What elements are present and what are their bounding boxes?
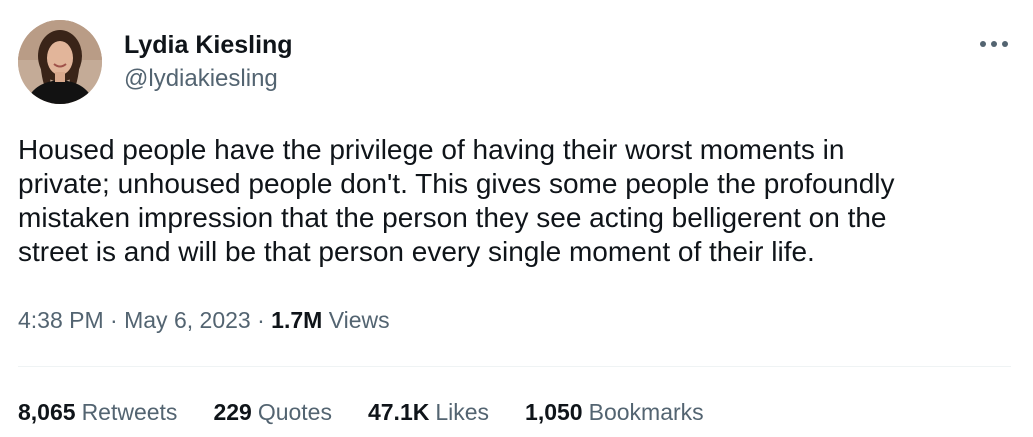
meta-separator: · — [250, 307, 272, 333]
meta-separator: · — [103, 307, 125, 333]
likes-label: Likes — [435, 399, 490, 425]
profile-photo-icon — [18, 20, 102, 104]
quotes-label: Quotes — [257, 399, 332, 425]
more-dots-icon — [980, 41, 1008, 47]
likes-stat[interactable]: 47.1K Likes — [368, 397, 489, 427]
avatar[interactable] — [18, 20, 102, 104]
likes-count: 47.1K — [367, 399, 430, 425]
more-options-button[interactable] — [974, 32, 1014, 56]
retweets-stat[interactable]: 8,065 Retweets — [18, 397, 177, 427]
bookmarks-label: Bookmarks — [588, 399, 704, 425]
retweets-label: Retweets — [81, 399, 178, 425]
tweet-date[interactable]: May 6, 2023 — [124, 307, 251, 333]
tweet-card: Lydia Kiesling @lydiakiesling Housed peo… — [0, 0, 1033, 437]
divider — [18, 366, 1011, 367]
bookmarks-count: 1,050 — [525, 399, 583, 425]
views-count: 1.7M — [271, 307, 323, 333]
retweets-count: 8,065 — [18, 399, 76, 425]
bookmarks-stat[interactable]: 1,050 Bookmarks — [525, 397, 704, 427]
tweet-time[interactable]: 4:38 PM — [18, 307, 104, 333]
engagement-stats: 8,065 Retweets 229 Quotes 47.1K Likes 1,050… — [18, 397, 704, 427]
tweet-meta: 4:38 PM · May 6, 2023 · 1.7M Views — [18, 305, 390, 335]
author-name[interactable]: Lydia Kiesling — [124, 30, 293, 60]
quotes-count: 229 — [213, 399, 252, 425]
views-label: Views — [328, 307, 390, 333]
quotes-stat[interactable]: 229 Quotes — [213, 397, 332, 427]
author-handle[interactable]: @lydiakiesling — [124, 64, 278, 94]
tweet-text: Housed people have the privilege of havi… — [18, 134, 895, 267]
